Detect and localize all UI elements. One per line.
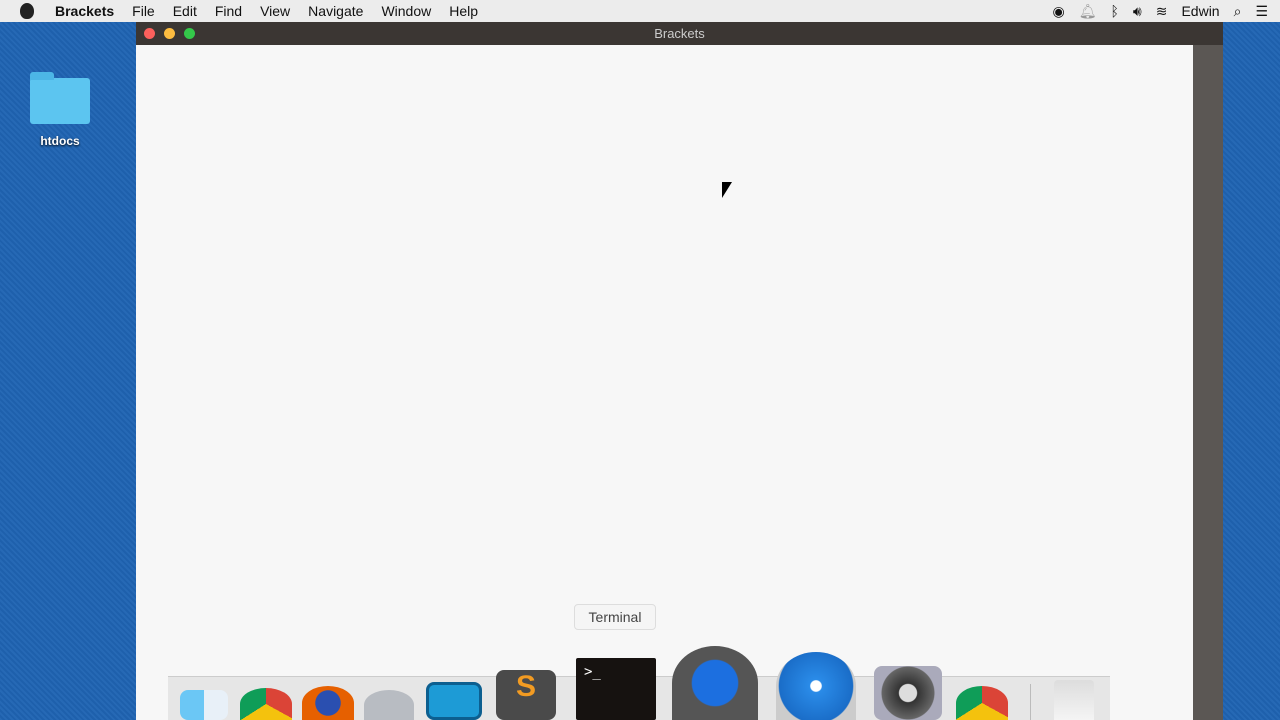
launchpad-icon[interactable] <box>364 690 414 720</box>
brackets-window: Brackets <box>136 22 1223 720</box>
notification-center-icon[interactable]: ☰ <box>1255 3 1268 20</box>
volume-icon[interactable]: 🔊︎ <box>1133 3 1142 20</box>
desktop-folder-htdocs[interactable]: htdocs <box>24 72 96 148</box>
system-preferences-icon[interactable] <box>874 666 942 720</box>
sublime-text-icon[interactable]: S <box>496 670 556 720</box>
close-button[interactable] <box>144 28 155 39</box>
record-icon[interactable]: ◉ <box>1052 3 1064 20</box>
wifi-icon[interactable]: ≋ <box>1156 3 1168 20</box>
notification-icon[interactable]: 🔔︎ <box>1079 3 1097 20</box>
menu-navigate[interactable]: Navigate <box>299 3 372 19</box>
title-bar[interactable]: Brackets <box>136 22 1223 45</box>
folder-icon <box>30 72 90 124</box>
user-name[interactable]: Edwin <box>1181 3 1219 19</box>
terminal-icon[interactable]: >_ <box>576 658 656 720</box>
menu-window[interactable]: Window <box>372 3 440 19</box>
dock: S >_ <box>168 646 1110 720</box>
trash-icon[interactable] <box>1054 680 1094 720</box>
firefox-icon[interactable] <box>302 686 354 720</box>
menu-bar: Brackets File Edit Find View Navigate Wi… <box>0 0 1280 22</box>
menu-file[interactable]: File <box>123 3 164 19</box>
window-title: Brackets <box>654 26 705 41</box>
apple-icon[interactable] <box>20 3 34 19</box>
menu-app-name[interactable]: Brackets <box>46 3 123 19</box>
menu-help[interactable]: Help <box>440 3 487 19</box>
chrome-icon-2[interactable] <box>956 686 1008 720</box>
chrome-icon[interactable] <box>240 688 292 720</box>
brackets-icon[interactable] <box>426 682 482 720</box>
mouse-cursor <box>722 182 732 198</box>
folder-label: htdocs <box>40 134 80 148</box>
minimize-button[interactable] <box>164 28 175 39</box>
menu-edit[interactable]: Edit <box>164 3 206 19</box>
dock-separator <box>1030 684 1031 720</box>
zoom-button[interactable] <box>184 28 195 39</box>
side-panel <box>1193 45 1223 720</box>
safari-icon[interactable] <box>776 652 856 720</box>
menu-find[interactable]: Find <box>206 3 251 19</box>
dock-tooltip: Terminal <box>574 604 656 630</box>
menu-view[interactable]: View <box>251 3 299 19</box>
spotlight-icon[interactable]: ⌕ <box>1234 3 1242 20</box>
quicktime-icon[interactable] <box>672 646 758 720</box>
bluetooth-icon[interactable]: ᛒ <box>1110 3 1118 19</box>
finder-icon[interactable] <box>180 690 228 720</box>
